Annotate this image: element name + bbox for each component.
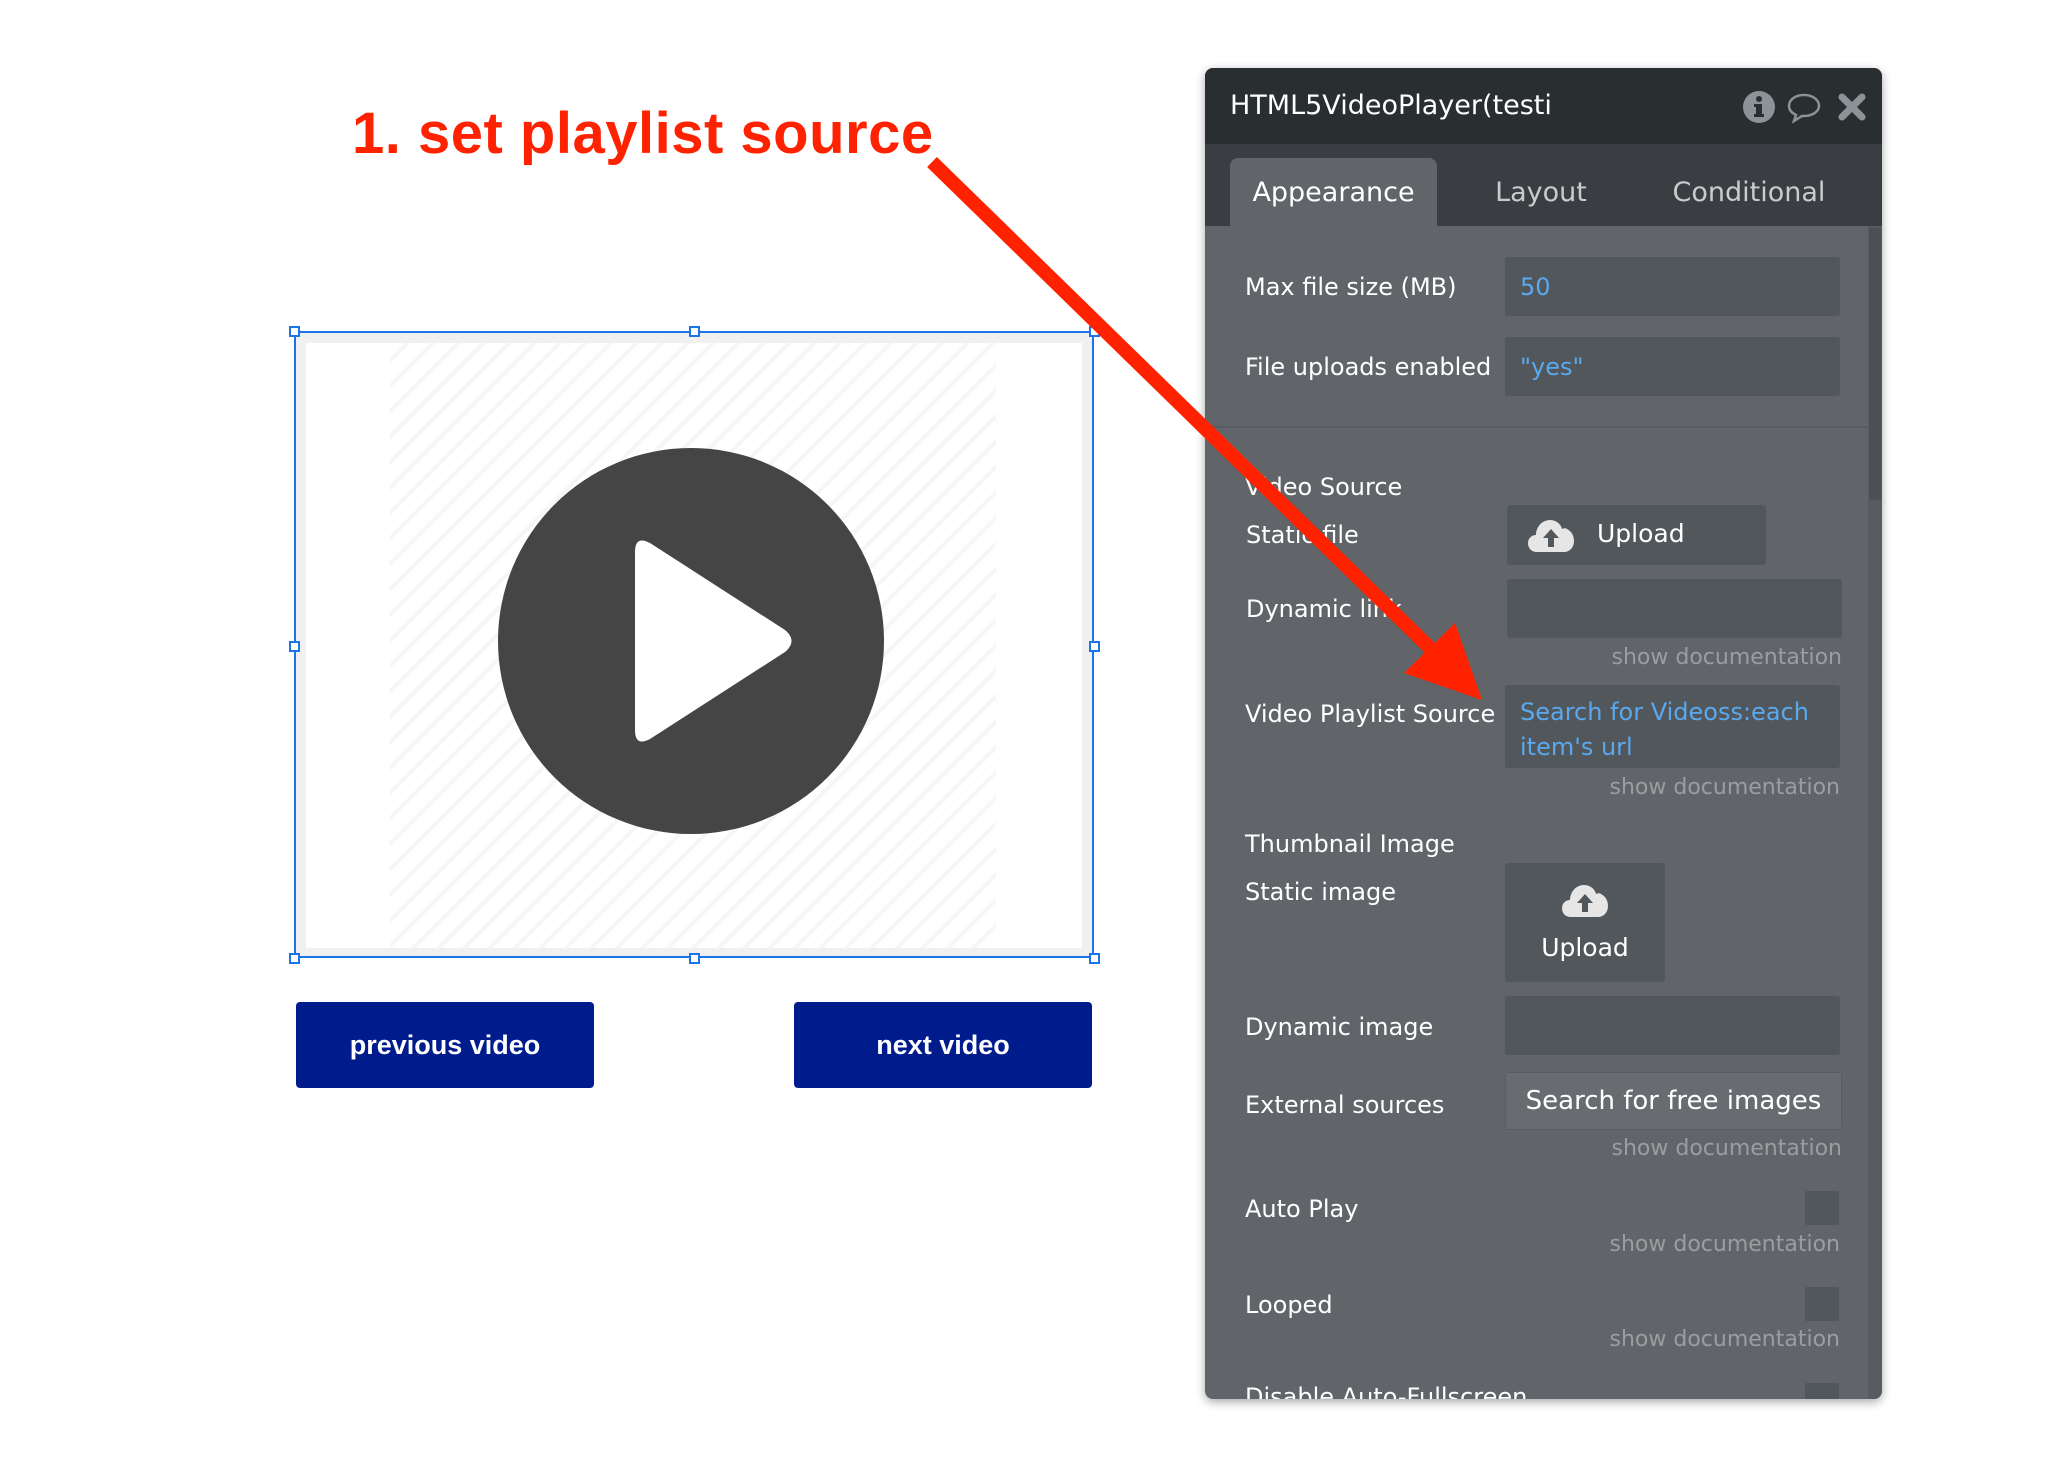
info-icon[interactable] [1742, 90, 1776, 124]
file-uploads-enabled-field[interactable]: "yes" [1505, 337, 1840, 396]
resize-handle-bottom-left[interactable] [289, 953, 300, 964]
video-source-heading: Video Source [1245, 473, 1403, 501]
cloud-upload-icon [1528, 520, 1574, 552]
next-video-button[interactable]: next video [794, 1002, 1092, 1088]
looped-label: Looped [1245, 1291, 1333, 1319]
thumbnail-image-heading: Thumbnail Image [1245, 830, 1455, 858]
selection-box [294, 331, 1094, 958]
max-file-size-label: Max file size (MB) [1245, 273, 1457, 301]
show-documentation-link[interactable]: show documentation [1505, 775, 1840, 800]
video-playlist-source-label: Video Playlist Source [1245, 700, 1496, 728]
close-icon[interactable] [1835, 90, 1869, 124]
video-playlist-source-field[interactable]: Search for Videoss:each item's url [1505, 685, 1840, 768]
resize-handle-left[interactable] [289, 641, 300, 652]
resize-handle-top-left[interactable] [289, 326, 300, 337]
upload-label: Upload [1541, 933, 1629, 962]
static-image-label: Static image [1245, 878, 1397, 906]
max-file-size-field[interactable]: 50 [1505, 257, 1840, 316]
tab-conditional[interactable]: Conditional [1645, 158, 1853, 226]
annotation-label: 1. set playlist source [352, 101, 934, 166]
tab-layout[interactable]: Layout [1437, 158, 1645, 226]
tab-bar: Appearance Layout Conditional [1205, 144, 1882, 226]
search-free-images-button[interactable]: Search for free images [1505, 1072, 1842, 1130]
upload-label: Upload [1597, 519, 1685, 548]
static-file-upload-button[interactable]: Upload [1507, 505, 1766, 565]
resize-handle-right[interactable] [1089, 641, 1100, 652]
property-editor-panel: HTML5VideoPlayer(testir Appearance Layou… [1205, 68, 1882, 1399]
disable-auto-fullscreen-label: Disable Auto-Fullscreen [1245, 1383, 1528, 1399]
show-documentation-link[interactable]: show documentation [1505, 1136, 1842, 1161]
tab-appearance[interactable]: Appearance [1230, 158, 1437, 226]
dynamic-link-field[interactable] [1507, 579, 1842, 638]
looped-checkbox[interactable] [1805, 1287, 1839, 1321]
static-file-label: Static file [1246, 521, 1359, 549]
resize-handle-bottom[interactable] [689, 953, 700, 964]
scrollbar-thumb[interactable] [1869, 228, 1881, 500]
auto-play-checkbox[interactable] [1805, 1191, 1839, 1225]
comment-icon[interactable] [1787, 90, 1821, 124]
resize-handle-top-right[interactable] [1089, 326, 1100, 337]
auto-play-label: Auto Play [1245, 1195, 1359, 1223]
show-documentation-link[interactable]: show documentation [1505, 1232, 1840, 1257]
resize-handle-bottom-right[interactable] [1089, 953, 1100, 964]
disable-auto-fullscreen-checkbox[interactable] [1805, 1383, 1839, 1399]
show-documentation-link[interactable]: show documentation [1505, 645, 1842, 670]
dynamic-image-label: Dynamic image [1245, 1013, 1434, 1041]
section-divider [1205, 426, 1868, 428]
dynamic-link-label: Dynamic link [1246, 595, 1402, 623]
cloud-upload-icon [1562, 885, 1608, 917]
dynamic-image-field[interactable] [1505, 996, 1840, 1055]
previous-video-button[interactable]: previous video [296, 1002, 594, 1088]
resize-handle-top[interactable] [689, 326, 700, 337]
show-documentation-link[interactable]: show documentation [1505, 1327, 1840, 1352]
file-uploads-enabled-label: File uploads enabled [1245, 353, 1492, 381]
static-image-upload-button[interactable]: Upload [1505, 863, 1665, 982]
external-sources-label: External sources [1245, 1091, 1445, 1119]
panel-header[interactable]: HTML5VideoPlayer(testir [1205, 68, 1882, 144]
panel-title: HTML5VideoPlayer(testir [1230, 90, 1550, 121]
